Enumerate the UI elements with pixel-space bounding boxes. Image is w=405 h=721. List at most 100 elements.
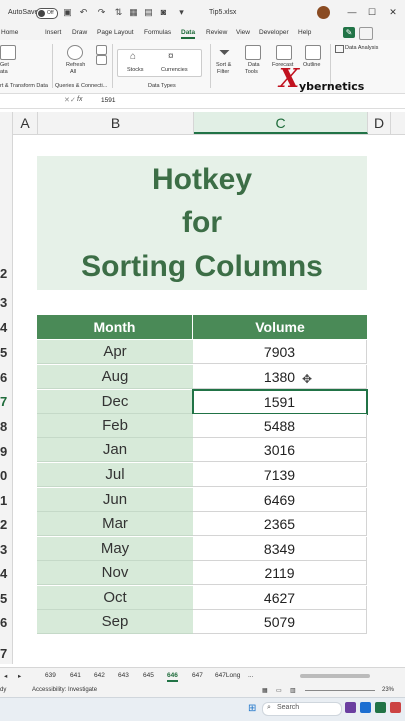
tab-draw[interactable]: Draw: [72, 29, 87, 36]
page-break-icon[interactable]: ▥: [290, 687, 296, 694]
sheet-tab[interactable]: 639: [45, 672, 56, 679]
start-icon[interactable]: ⊞: [248, 703, 256, 714]
row-number[interactable]: 5: [0, 591, 12, 606]
more-sheets[interactable]: ...: [248, 672, 253, 679]
row-number[interactable]: 4: [0, 320, 12, 335]
tab-help[interactable]: Help: [298, 29, 311, 36]
enter-icon[interactable]: ✓: [70, 96, 76, 104]
grid-icon[interactable]: ▦: [128, 7, 139, 18]
app-icon[interactable]: [360, 702, 371, 713]
volume-cell[interactable]: 5488: [193, 414, 367, 438]
month-cell[interactable]: Nov: [37, 561, 193, 585]
header-volume[interactable]: Volume: [193, 315, 367, 339]
tab-data[interactable]: Data: [181, 29, 196, 39]
month-cell[interactable]: Apr: [37, 340, 193, 364]
undo-icon[interactable]: ↶: [78, 7, 89, 18]
outline-icon[interactable]: [305, 45, 321, 60]
get-data-icon[interactable]: [0, 45, 16, 60]
currencies-icon[interactable]: ¤: [168, 51, 174, 62]
tab-view[interactable]: View: [236, 29, 250, 36]
row-number[interactable]: 4: [0, 566, 12, 581]
row-number[interactable]: 7: [0, 394, 12, 409]
avatar[interactable]: [317, 6, 330, 19]
row-number[interactable]: 7: [0, 646, 12, 661]
volume-cell[interactable]: 1380: [193, 365, 367, 389]
volume-cell[interactable]: 8349: [193, 537, 367, 561]
header-month[interactable]: Month: [37, 315, 193, 339]
tab-review[interactable]: Review: [206, 29, 227, 36]
normal-view-icon[interactable]: ▦: [262, 687, 268, 694]
app-icon[interactable]: [345, 702, 356, 713]
month-cell[interactable]: Jan: [37, 438, 193, 462]
row-number[interactable]: 6: [0, 370, 12, 385]
name-box[interactable]: [0, 96, 60, 106]
forecast-icon[interactable]: [276, 45, 292, 60]
zoom-level[interactable]: 23%: [382, 687, 394, 693]
row-number[interactable]: 9: [0, 444, 12, 459]
data-tools-icon[interactable]: [245, 45, 261, 60]
page-layout-icon[interactable]: ▭: [276, 687, 282, 694]
month-cell[interactable]: Jul: [37, 463, 193, 487]
tab-page-layout[interactable]: Page Layout: [97, 29, 134, 36]
volume-cell[interactable]: 2365: [193, 512, 367, 536]
sheet-tab[interactable]: 641: [70, 672, 81, 679]
row-number[interactable]: 6: [0, 615, 12, 630]
camera-icon[interactable]: ◙: [158, 7, 169, 18]
properties-icon[interactable]: [96, 55, 107, 65]
save-icon[interactable]: ▣: [62, 7, 73, 18]
data-tools-label[interactable]: Data: [248, 62, 260, 68]
column-header-a[interactable]: A: [13, 112, 38, 134]
active-volume-cell[interactable]: 1591: [192, 389, 368, 415]
stocks-label[interactable]: Stocks: [127, 67, 144, 73]
month-cell[interactable]: May: [37, 537, 193, 561]
month-cell[interactable]: Mar: [37, 512, 193, 536]
cancel-icon[interactable]: ✕: [64, 96, 70, 104]
volume-cell[interactable]: 5079: [193, 610, 367, 634]
sheet-tab[interactable]: 643: [118, 672, 129, 679]
month-cell[interactable]: Aug: [37, 365, 193, 389]
row-number[interactable]: 8: [0, 419, 12, 434]
tab-formulas[interactable]: Formulas: [144, 29, 171, 36]
comment-icon[interactable]: ✎: [343, 27, 355, 38]
close-button[interactable]: ✕: [386, 5, 400, 19]
column-header-d[interactable]: D: [368, 112, 391, 134]
currencies-label[interactable]: Currencies: [161, 67, 188, 73]
taskbar-search[interactable]: ⌕ Search: [262, 702, 342, 716]
filter-icon[interactable]: ⏷: [219, 44, 230, 61]
data-analysis-button[interactable]: Data Analysis: [345, 45, 378, 51]
month-cell[interactable]: Jun: [37, 488, 193, 512]
sheet-tab[interactable]: 647Long: [215, 672, 240, 679]
zoom-slider[interactable]: [305, 690, 375, 691]
month-cell[interactable]: Dec: [37, 390, 193, 414]
row-number[interactable]: 2: [0, 517, 12, 532]
share-icon[interactable]: [359, 27, 373, 40]
scroll-left-icon[interactable]: ◂: [4, 672, 7, 680]
fx-icon[interactable]: fx: [77, 96, 82, 103]
outline-label[interactable]: Outline: [303, 62, 320, 68]
sheet-tab-active[interactable]: 646: [167, 672, 178, 682]
select-all-corner[interactable]: [0, 112, 13, 134]
tab-developer[interactable]: Developer: [259, 29, 289, 36]
row-number[interactable]: 2: [0, 266, 12, 281]
refresh-icon[interactable]: [67, 45, 83, 60]
volume-cell[interactable]: 2119: [193, 561, 367, 585]
minimize-button[interactable]: —: [345, 5, 359, 19]
month-cell[interactable]: Oct: [37, 586, 193, 610]
app-icon[interactable]: [390, 702, 401, 713]
horizontal-scrollbar[interactable]: [300, 674, 370, 678]
maximize-button[interactable]: ☐: [365, 5, 379, 19]
row-number[interactable]: 1: [0, 493, 12, 508]
sheet-tab[interactable]: 647: [192, 672, 203, 679]
formula-input[interactable]: 1591: [101, 97, 115, 104]
volume-cell[interactable]: 3016: [193, 438, 367, 462]
sort-icon[interactable]: ⇅: [113, 7, 124, 18]
scroll-right-icon[interactable]: ▸: [18, 672, 21, 680]
refresh-label[interactable]: Refresh: [66, 62, 85, 68]
column-header-c[interactable]: C: [194, 112, 368, 134]
row-number[interactable]: 5: [0, 345, 12, 360]
accessibility-status[interactable]: Accessibility: Investigate: [32, 687, 97, 693]
autosave-toggle[interactable]: Off: [36, 8, 58, 19]
tab-home[interactable]: Home: [1, 29, 18, 36]
excel-icon[interactable]: [375, 702, 386, 713]
month-cell[interactable]: Sep: [37, 610, 193, 634]
